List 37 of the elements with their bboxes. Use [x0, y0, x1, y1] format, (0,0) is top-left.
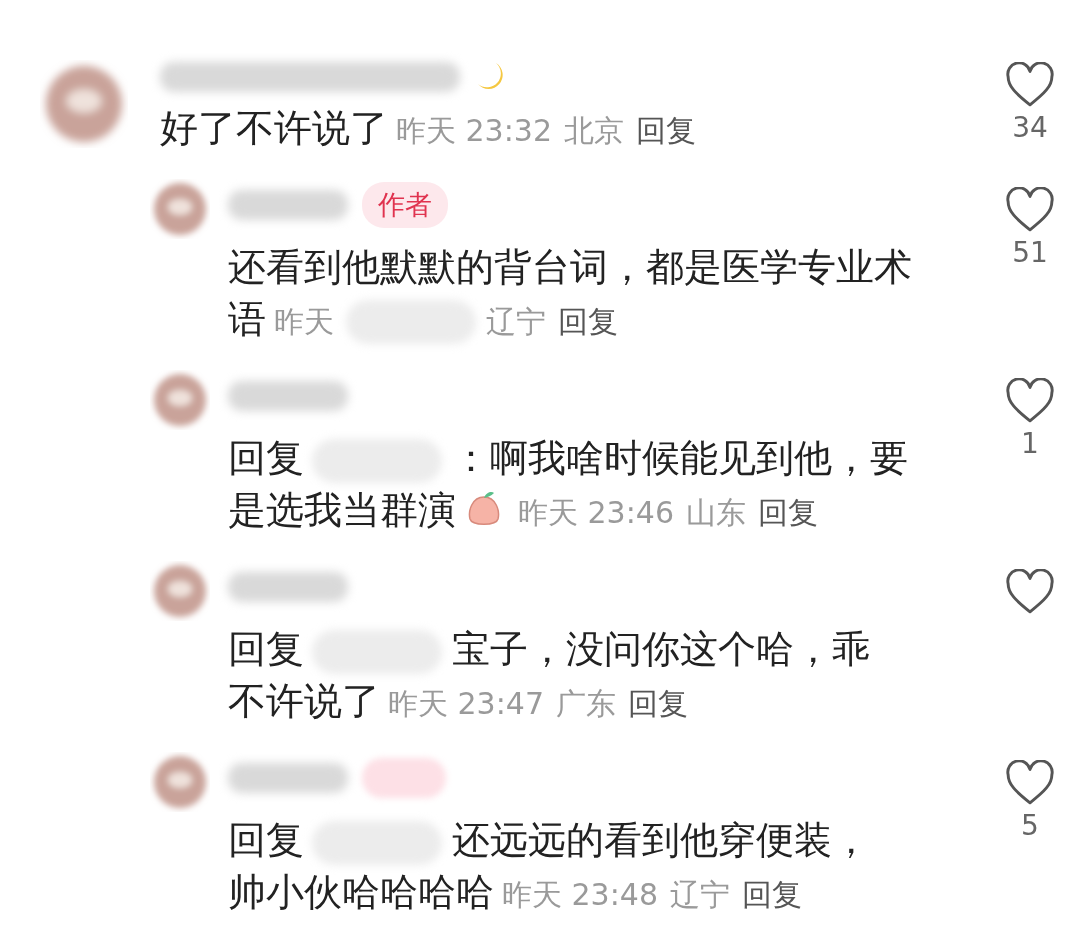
comment-meta: 昨天 23:32: [396, 113, 552, 148]
comment-text: 是选我当群演: [228, 488, 456, 532]
comment-text: 回复: [228, 818, 304, 862]
reply-link[interactable]: 回复: [742, 877, 802, 912]
like-count: 51: [1012, 235, 1048, 271]
comment-meta: 北京: [564, 113, 624, 148]
comment-text: 不许说了: [228, 679, 380, 723]
author-badge: 作者: [362, 182, 448, 228]
comment-text: 帅小伙哈哈哈哈: [228, 870, 494, 914]
comment-text: ：啊我啥时候能见到他，要: [452, 436, 908, 480]
comment-meta: 辽宁: [486, 304, 546, 339]
reply-link[interactable]: 回复: [558, 304, 618, 339]
comment-meta: 昨天 23:47: [388, 686, 544, 721]
comment-meta: 辽宁: [670, 877, 730, 912]
comment-text: 回复: [228, 627, 304, 671]
heart-icon[interactable]: [1005, 569, 1055, 615]
comment-meta: 广东: [556, 686, 616, 721]
like-count: 34: [1012, 110, 1048, 146]
comment-text: 语: [228, 297, 266, 341]
comment-text: 还远远的看到他穿便装，: [452, 818, 870, 862]
comment-meta: 昨天 23:48: [502, 877, 658, 912]
heart-icon[interactable]: [1005, 62, 1055, 108]
comment-text: 回复: [228, 436, 304, 480]
like-count: 5: [1021, 808, 1039, 844]
comment-text: 还看到他默默的背台词，都是医学专业术: [228, 245, 912, 289]
heart-icon[interactable]: [1005, 760, 1055, 806]
comment-meta: 昨天: [274, 304, 334, 339]
comment-meta: 山东: [686, 495, 746, 530]
reply-link[interactable]: 回复: [758, 495, 818, 530]
comment-text: 好了不许说了: [160, 106, 388, 150]
like-count: 1: [1021, 426, 1039, 462]
reply-link[interactable]: 回复: [636, 113, 696, 148]
heart-icon[interactable]: [1005, 187, 1055, 233]
comment-meta: 昨天 23:46: [518, 495, 674, 530]
reply-link[interactable]: 回复: [628, 686, 688, 721]
heart-icon[interactable]: [1005, 378, 1055, 424]
comment-text: 宝子，没问你这个哈，乖: [452, 627, 870, 671]
